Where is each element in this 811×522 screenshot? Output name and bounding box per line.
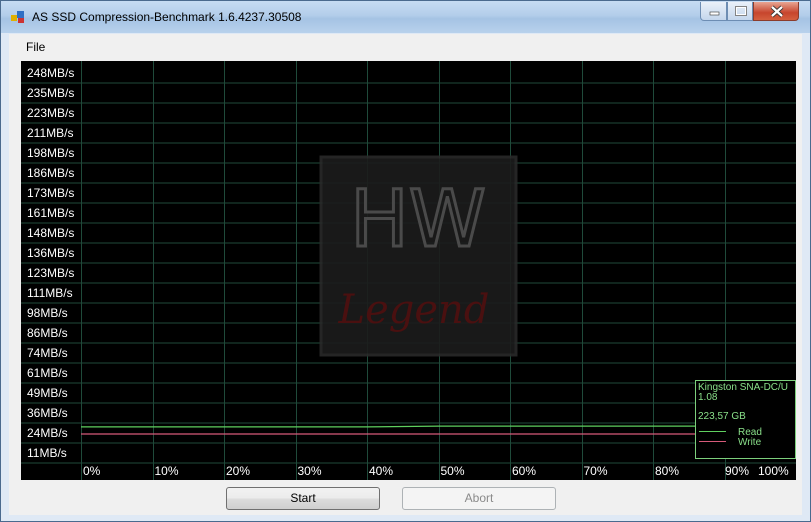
y-tick-label: 98MB/s xyxy=(27,306,68,320)
y-tick-label: 61MB/s xyxy=(27,366,68,380)
y-tick-label: 74MB/s xyxy=(27,346,68,360)
x-tick-label: 60% xyxy=(512,464,537,478)
y-tick-label: 211MB/s xyxy=(27,126,74,140)
menu-file[interactable]: File xyxy=(26,40,45,54)
abort-button[interactable]: Abort xyxy=(402,487,556,510)
x-tick-label: 10% xyxy=(154,464,179,478)
legend-capacity: 223,57 GB xyxy=(698,411,746,422)
x-tick-label: 0% xyxy=(83,464,101,478)
watermark-top: HW xyxy=(350,175,486,265)
y-tick-label: 123MB/s xyxy=(27,266,75,280)
x-tick-label: 50% xyxy=(440,464,465,478)
legend-firmware: 1.08 xyxy=(698,392,718,403)
y-tick-label: 11MB/s xyxy=(27,446,67,460)
y-tick-label: 161MB/s xyxy=(27,206,75,220)
x-tick-label: 90% xyxy=(725,464,750,478)
maximize-button[interactable] xyxy=(727,2,753,21)
benchmark-chart: HW Legend 248MB/s 235MB/s 223MB/s 211MB/s 19… xyxy=(21,61,796,480)
close-button[interactable] xyxy=(753,2,799,21)
app-window: AS SSD Compression-Benchmark 1.6.4237.30… xyxy=(0,0,811,522)
menu-bar: File xyxy=(9,34,802,59)
y-tick-label: 186MB/s xyxy=(27,166,75,180)
legend-read-swatch xyxy=(699,431,726,432)
chart-legend: Kingston SNA-DC/U 1.08 223,57 GB Read Wr… xyxy=(695,380,796,459)
y-tick-label: 24MB/s xyxy=(27,426,68,440)
x-tick-label: 20% xyxy=(226,464,251,478)
x-tick-label: 70% xyxy=(583,464,608,478)
window-title: AS SSD Compression-Benchmark 1.6.4237.30… xyxy=(32,10,302,24)
legend-write-swatch xyxy=(699,441,726,442)
x-tick-label: 30% xyxy=(297,464,322,478)
hwlegend-watermark: HW Legend xyxy=(319,155,518,357)
y-tick-label: 173MB/s xyxy=(27,186,75,200)
app-icon xyxy=(11,11,24,23)
watermark-bottom: Legend xyxy=(338,287,490,333)
y-tick-label: 36MB/s xyxy=(27,406,68,420)
x-tick-label: 100% xyxy=(758,464,789,478)
y-tick-label: 198MB/s xyxy=(27,146,75,160)
close-icon xyxy=(770,5,784,18)
chart-canvas: HW Legend xyxy=(21,61,796,480)
minimize-button[interactable] xyxy=(700,2,727,21)
x-tick-label: 80% xyxy=(655,464,680,478)
y-tick-label: 248MB/s xyxy=(27,66,75,80)
y-tick-label: 148MB/s xyxy=(27,226,75,240)
maximize-icon xyxy=(735,6,747,16)
series-line-read xyxy=(81,425,796,428)
y-tick-label: 111MB/s xyxy=(27,286,73,300)
title-bar[interactable]: AS SSD Compression-Benchmark 1.6.4237.30… xyxy=(1,1,810,33)
minimize-icon xyxy=(709,11,720,16)
y-tick-label: 223MB/s xyxy=(27,106,75,120)
y-tick-label: 235MB/s xyxy=(27,86,75,100)
start-button[interactable]: Start xyxy=(226,487,380,510)
legend-write-label: Write xyxy=(738,437,762,448)
y-tick-label: 86MB/s xyxy=(27,326,68,340)
y-tick-label: 136MB/s xyxy=(27,246,75,260)
x-tick-label: 40% xyxy=(369,464,394,478)
y-tick-label: 49MB/s xyxy=(27,386,68,400)
